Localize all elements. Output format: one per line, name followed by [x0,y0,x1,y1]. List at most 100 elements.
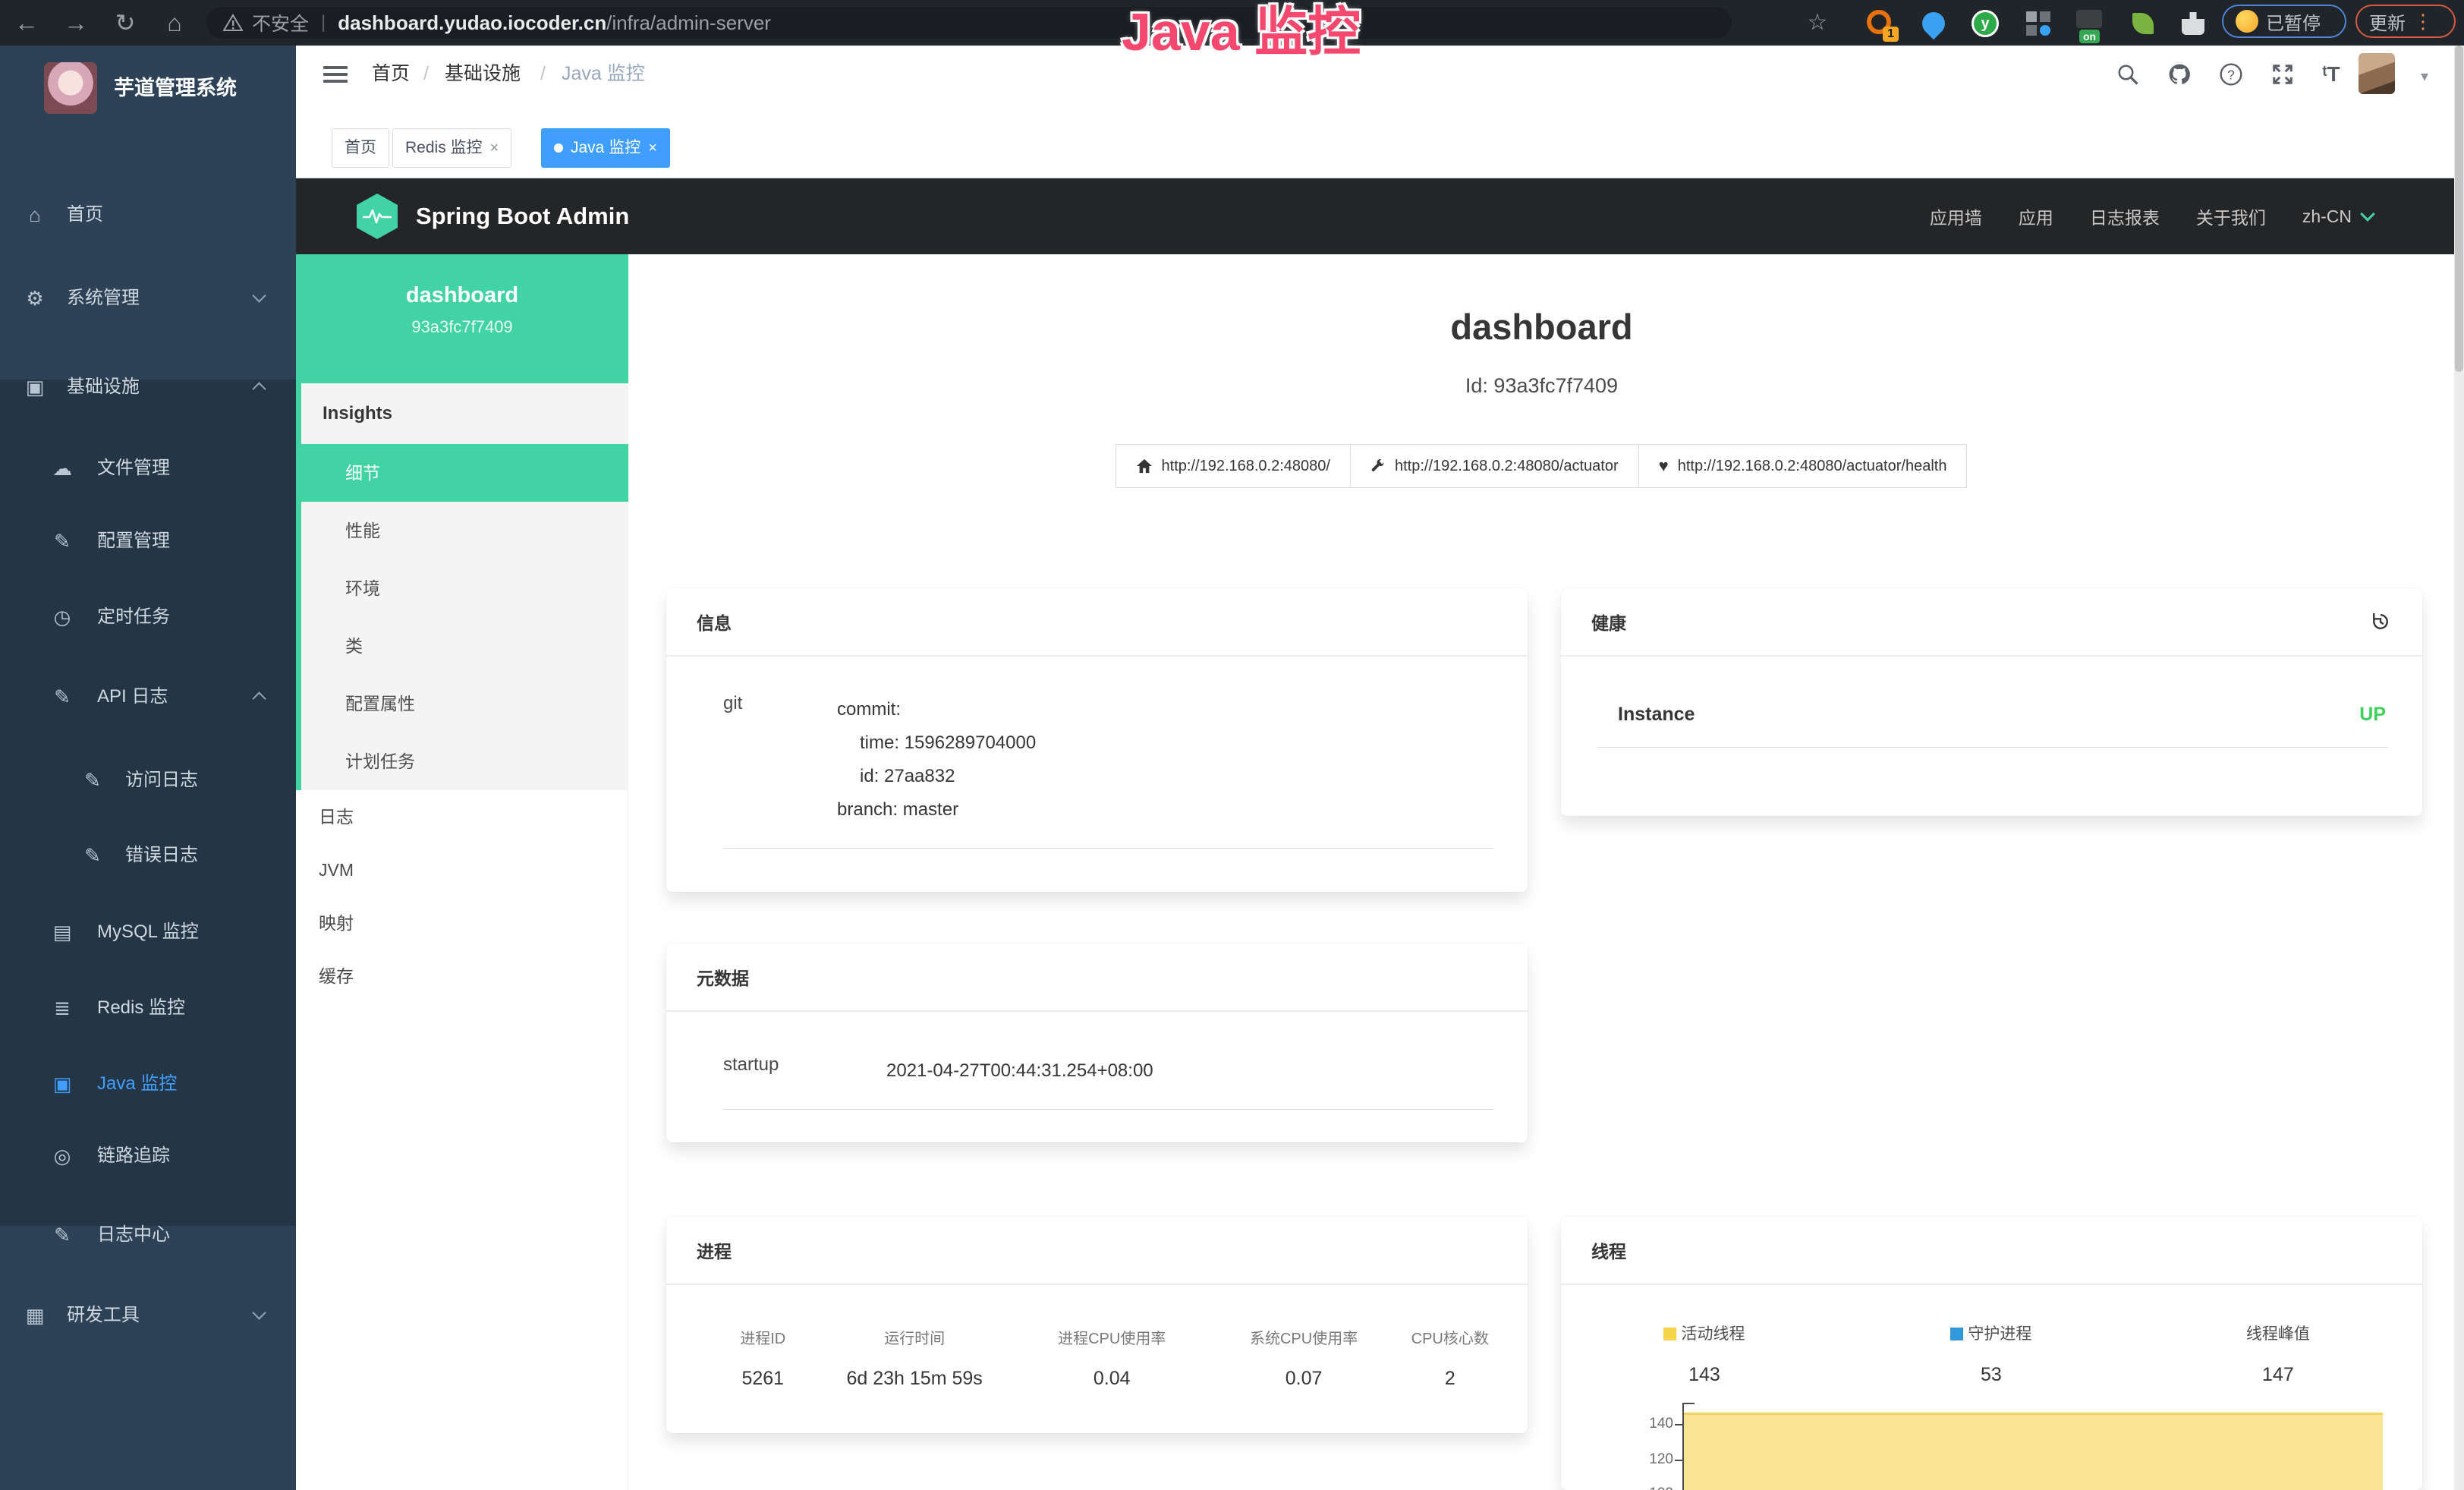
sidebar-item-mysql-monitor[interactable]: ▤ MySQL 监控 [0,908,296,956]
metadata-card-title: 元数据 [697,964,749,990]
home-icon [1136,458,1153,474]
sba-nav-about[interactable]: 关于我们 [2196,203,2266,229]
sidebar-item-java-monitor[interactable]: ▣ Java 监控 [0,1060,296,1108]
column-header: 进程ID [708,1326,818,1348]
bookmark-star-icon[interactable]: ☆ [1798,0,1836,46]
address-bar[interactable]: 不安全 | dashboard.yudao.iocoder.cn /infra/… [206,7,1732,39]
sidebar-item-system-management[interactable]: ⚙ 系统管理 [0,274,296,323]
instance-header[interactable]: dashboard 93a3fc7f7409 [296,254,628,383]
url-divider: | [321,12,326,33]
sba-menu-config-props[interactable]: 配置属性 [301,675,628,732]
sba-menu-scheduled-tasks[interactable]: 计划任务 [301,732,628,790]
sidebar-item-dev-tools[interactable]: ▦ 研发工具 [0,1291,296,1340]
info-card-title: 信息 [697,609,732,635]
locale-select[interactable]: zh-CN [2302,206,2373,227]
update-browser-button[interactable]: 更新 ⋮ [2355,5,2456,38]
y-extension-icon[interactable]: y [1972,10,1999,37]
sba-menu-mappings[interactable]: 映射 [296,896,628,950]
sidebar-item-home[interactable]: ⌂ 首页 [0,191,296,239]
help-icon[interactable]: ? [2211,56,2251,93]
sba-brand-title[interactable]: Spring Boot Admin [416,203,629,230]
leaf-extension-icon[interactable] [2129,10,2157,37]
sidebar-item-config-management[interactable]: ✎ 配置管理 [0,517,296,565]
layers-icon: ≣ [47,984,77,1032]
paused-profile-button[interactable]: 已暂停 [2222,5,2346,38]
gear-icon: ⚙ [20,274,50,323]
health-instance-row[interactable]: Instance UP [1561,657,2422,726]
sba-menu-metrics[interactable]: 性能 [301,502,628,559]
actuator-url-button[interactable]: http://192.168.0.2:48080/actuator [1350,444,1639,488]
close-icon[interactable]: × [648,140,657,156]
close-icon[interactable]: × [490,140,499,156]
metadata-row-value: 2021-04-27T00:44:31.254+08:00 [886,1054,1153,1088]
tab-home[interactable]: 首页 [332,128,389,168]
sba-nav-wallboard[interactable]: 应用墙 [1930,203,1982,229]
health-instance-label: Instance [1618,704,2359,726]
sidebar-item-tracing[interactable]: ◎ 链路追踪 [0,1132,296,1180]
breadcrumb-home[interactable]: 首页 [372,46,410,102]
security-label[interactable]: 不安全 [252,9,309,36]
sba-menu-classes[interactable]: 类 [301,617,628,675]
font-size-icon[interactable]: ᵗT [2311,56,2351,93]
cell-value: 0.04 [1012,1368,1213,1390]
on-extension-icon[interactable]: on [2076,10,2104,37]
grid-extension-icon[interactable] [2025,10,2052,37]
live-threads-area [1684,1413,2383,1490]
hamburger-icon[interactable] [323,62,348,85]
search-icon[interactable] [2108,56,2148,93]
sba-menu-environment[interactable]: 环境 [301,559,628,617]
annotation-java-monitor: Java 监控 [1122,0,1361,66]
sba-nav-journal[interactable]: 日志报表 [2090,203,2160,229]
status-badge: UP [2359,704,2386,726]
sidebar-item-infrastructure[interactable]: ▣ 基础设施 [0,363,296,411]
process-card-title: 进程 [697,1237,732,1263]
scrollbar-thumb[interactable] [2455,46,2463,372]
admin-sidebar: 芋道管理系统 ⌂ 首页 ⚙ 系统管理 ▣ 基础设施 ☁ 文件管理 ✎ 配置管理 … [0,46,296,1490]
sidebar-item-scheduled-tasks[interactable]: ◷ 定时任务 [0,593,296,641]
instance-id: 93a3fc7f7409 [296,317,628,337]
sidebar-item-file-management[interactable]: ☁ 文件管理 [0,444,296,493]
sba-menu-jvm[interactable]: JVM [296,843,628,896]
reload-icon[interactable]: ↻ [106,0,144,46]
user-avatar[interactable] [2359,53,2395,94]
instance-links: http://192.168.0.2:48080/ http://192.168… [628,444,2455,488]
browser-menu-icon[interactable]: ⋮ [2413,10,2433,33]
sidebar-logo-row[interactable]: 芋道管理系统 [0,61,296,159]
url-domain[interactable]: dashboard.yudao.iocoder.cn [338,11,606,35]
pin-extension-icon[interactable] [1920,10,1947,37]
sba-menu-caches[interactable]: 缓存 [296,950,628,1003]
chevron-down-icon [252,1306,266,1319]
health-url-button[interactable]: ♥ http://192.168.0.2:48080/actuator/heal… [1638,444,1968,488]
insights-group: Insights 细节 性能 环境 类 配置属性 计划任务 [296,383,628,790]
forward-icon[interactable]: → [57,0,95,46]
sba-nav-applications[interactable]: 应用 [2019,203,2053,229]
sba-menu-details[interactable]: 细节 [296,444,628,502]
sidebar-item-api-logs[interactable]: ✎ API 日志 [0,673,296,721]
sba-menu-logs[interactable]: 日志 [296,790,628,843]
legend-value: 147 [2135,1364,2422,1386]
scrollbar[interactable] [2454,46,2464,1490]
sidebar-item-error-logs[interactable]: ✎ 错误日志 [0,831,296,880]
extension-badge-icon[interactable]: 1 [1867,10,1894,37]
y-tick: 140 [1628,1416,1673,1432]
tab-java-monitor[interactable]: Java 监控× [541,128,670,168]
app-header: 首页 / 基础设施 / Java 监控 ? ᵗT ▾ [296,46,2464,102]
history-icon[interactable] [2369,610,2392,633]
row-divider [723,1109,1493,1110]
service-url-button[interactable]: http://192.168.0.2:48080/ [1116,444,1351,488]
sidebar-item-access-logs[interactable]: ✎ 访问日志 [0,756,296,805]
tab-redis-monitor[interactable]: Redis 监控× [392,128,511,168]
fullscreen-icon[interactable] [2263,56,2302,93]
url-path[interactable]: /infra/admin-server [606,11,771,35]
not-secure-warning-icon[interactable] [223,14,243,32]
breadcrumb-infrastructure[interactable]: 基础设施 [445,46,521,102]
github-icon[interactable] [2160,56,2199,93]
app-title: 芋道管理系统 [114,61,237,115]
sidebar-item-redis-monitor[interactable]: ≣ Redis 监控 [0,984,296,1032]
main-content: dashboard Id: 93a3fc7f7409 http://192.16… [628,254,2455,1490]
avatar-caret-icon[interactable]: ▾ [2421,67,2428,86]
sidebar-item-log-center[interactable]: ✎ 日志中心 [0,1211,296,1259]
puzzle-extensions-icon[interactable] [2179,10,2207,37]
back-icon[interactable]: ← [8,0,46,46]
home-icon[interactable]: ⌂ [156,0,194,46]
